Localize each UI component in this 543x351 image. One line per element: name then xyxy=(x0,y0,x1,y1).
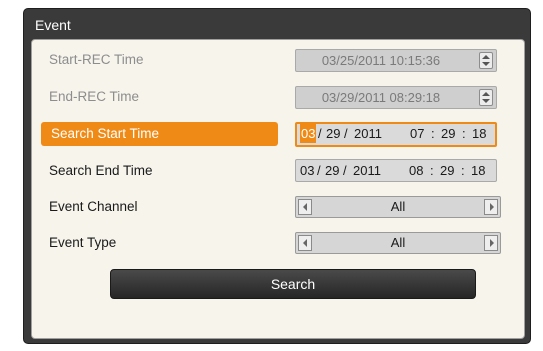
event-type-selector[interactable]: All xyxy=(295,232,501,254)
end-rec-time-field: 03/29/2011 08:29:18 xyxy=(295,86,497,109)
search-end-hour[interactable]: 08 xyxy=(409,160,423,181)
event-channel-selector[interactable]: All xyxy=(295,196,501,218)
event-channel-value: All xyxy=(390,199,406,214)
end-rec-spin-icon xyxy=(479,89,493,106)
search-start-second[interactable]: 18 xyxy=(472,124,486,143)
search-start-minute[interactable]: 29 xyxy=(441,124,455,143)
search-start-day[interactable]: 29 xyxy=(326,124,340,143)
search-end-month[interactable]: 03 xyxy=(300,160,314,181)
search-start-time-label[interactable]: Search Start Time xyxy=(41,122,278,146)
search-end-year[interactable]: 2011 xyxy=(353,160,381,181)
search-end-colon1: : xyxy=(430,163,434,178)
event-type-label: Event Type xyxy=(49,235,117,250)
event-type-prev-arrow-icon[interactable] xyxy=(298,235,312,251)
search-end-time-label: Search End Time xyxy=(49,163,153,178)
search-end-sep2: / xyxy=(343,163,347,178)
search-start-month[interactable]: 03 xyxy=(300,124,317,143)
start-rec-spin-icon xyxy=(479,52,493,69)
start-rec-time-label: Start-REC Time xyxy=(49,52,144,67)
event-dialog: Event Start-REC Time 03/25/2011 10:15:36… xyxy=(23,8,531,344)
search-button[interactable]: Search xyxy=(110,269,476,299)
search-end-minute[interactable]: 29 xyxy=(440,160,454,181)
search-start-colon2: : xyxy=(462,126,466,141)
end-rec-time-label: End-REC Time xyxy=(49,89,140,104)
event-channel-label: Event Channel xyxy=(49,199,138,214)
search-start-hour[interactable]: 07 xyxy=(410,124,424,143)
event-type-value: All xyxy=(390,235,406,250)
search-end-day[interactable]: 29 xyxy=(325,160,339,181)
end-rec-time-value: 03/29/2011 08:29:18 xyxy=(321,90,441,105)
start-rec-time-value: 03/25/2011 10:15:36 xyxy=(321,53,441,68)
search-start-sep1: / xyxy=(318,126,322,141)
dialog-title: Event xyxy=(35,17,71,33)
event-channel-prev-arrow-icon[interactable] xyxy=(298,199,312,215)
search-end-time-field[interactable]: 03 / 29 / 2011 08 : 29 : 18 xyxy=(295,159,497,182)
search-start-year[interactable]: 2011 xyxy=(354,124,382,143)
start-rec-time-field: 03/25/2011 10:15:36 xyxy=(295,49,497,72)
search-start-sep2: / xyxy=(344,126,348,141)
search-end-second[interactable]: 18 xyxy=(471,160,485,181)
event-panel: Start-REC Time 03/25/2011 10:15:36 End-R… xyxy=(31,39,525,339)
search-end-colon2: : xyxy=(461,163,465,178)
event-type-next-arrow-icon[interactable] xyxy=(484,235,498,251)
search-end-sep1: / xyxy=(317,163,321,178)
search-start-colon1: : xyxy=(431,126,435,141)
search-start-time-field[interactable]: 03 / 29 / 2011 07 : 29 : 18 xyxy=(295,122,497,147)
event-channel-next-arrow-icon[interactable] xyxy=(484,199,498,215)
